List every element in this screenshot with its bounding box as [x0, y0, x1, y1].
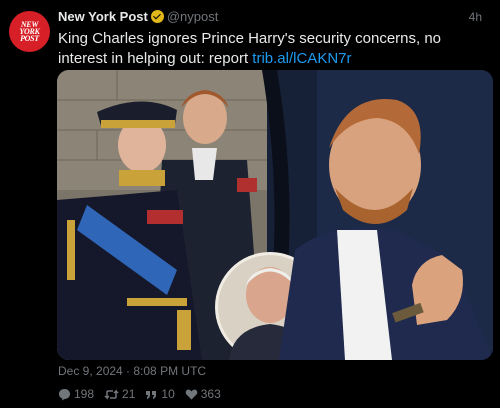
reply-count: 198 — [74, 387, 95, 401]
tweet-card[interactable]: NEW YORK POST New York Post @nypost 4h Ki… — [0, 0, 500, 408]
quote-count: 10 — [161, 387, 175, 401]
account-name[interactable]: New York Post — [58, 9, 148, 24]
tweet-text: King Charles ignores Prince Harry's secu… — [58, 29, 478, 69]
tweet-link[interactable]: trib.al/lCAKN7r — [252, 50, 351, 67]
tweet-text-body: King Charles ignores Prince Harry's secu… — [58, 30, 442, 67]
tweet-age[interactable]: 4h — [469, 8, 482, 26]
quote-icon — [146, 390, 157, 399]
tweet-image[interactable] — [57, 70, 493, 360]
like-stat[interactable]: 363 — [185, 387, 221, 401]
quote-stat[interactable]: 10 — [145, 387, 175, 401]
tweet-stats: 198 21 10 363 — [58, 386, 221, 402]
tweet-header: New York Post @nypost 4h — [58, 8, 490, 26]
tweet-date[interactable]: Dec 9, 2024 · 8:08 PM UTC — [58, 364, 206, 378]
account-handle[interactable]: @nypost — [167, 9, 219, 24]
reply-icon — [59, 388, 70, 400]
news-photo-collage — [57, 70, 493, 360]
retweet-stat[interactable]: 21 — [104, 387, 135, 401]
avatar[interactable]: NEW YORK POST — [9, 11, 50, 52]
retweet-icon — [104, 388, 119, 400]
retweet-count: 21 — [122, 387, 136, 401]
verified-badge-icon — [150, 10, 164, 23]
heart-icon — [185, 389, 198, 399]
reply-stat[interactable]: 198 — [58, 387, 94, 401]
avatar-text-3: POST — [20, 34, 39, 43]
like-count: 363 — [200, 387, 221, 401]
